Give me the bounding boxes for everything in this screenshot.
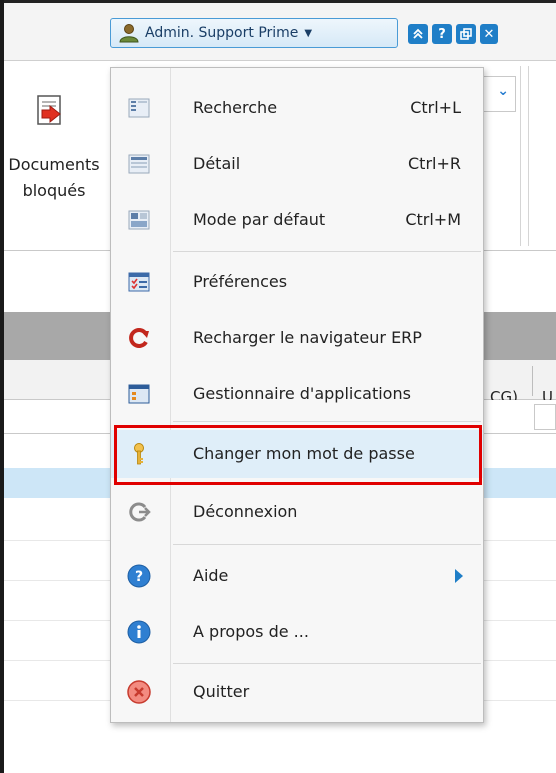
menu-item-label: Recharger le navigateur ERP xyxy=(193,328,422,347)
ribbon-divider xyxy=(528,66,529,246)
help-icon[interactable]: ? xyxy=(432,24,452,44)
menu-item-label: Quitter xyxy=(193,682,250,701)
logout-icon xyxy=(129,502,151,522)
menu-item-gestionnaire[interactable]: Gestionnaire d'applications xyxy=(111,370,483,418)
filter-input[interactable] xyxy=(534,404,556,430)
menu-item-label: Détail xyxy=(193,154,241,173)
menu-item-label: Préférences xyxy=(193,272,288,291)
detail-view-icon xyxy=(128,154,150,174)
chevron-down-icon: ⌄ xyxy=(497,83,509,99)
menu-item-preferences[interactable]: Préférences xyxy=(111,258,483,306)
menu-item-shortcut: Ctrl+M xyxy=(405,210,461,229)
menu-separator xyxy=(173,544,481,545)
restore-window-icon[interactable] xyxy=(456,24,476,44)
menu-separator xyxy=(173,663,481,664)
collapse-up-icon[interactable] xyxy=(408,24,428,44)
user-avatar-icon xyxy=(119,24,139,43)
menu-item-label: Déconnexion xyxy=(193,502,298,521)
default-mode-icon xyxy=(128,210,150,230)
menu-item-shortcut: Ctrl+L xyxy=(410,98,461,117)
highlight-box xyxy=(114,425,482,485)
preferences-icon xyxy=(128,272,150,292)
menu-item-quitter[interactable]: Quitter xyxy=(111,668,483,716)
menu-item-recharger[interactable]: Recharger le navigateur ERP xyxy=(111,314,483,362)
chevron-down-icon: ▼ xyxy=(304,27,313,39)
user-dropdown-menu: Recherche Ctrl+L Détail Ctrl+R Mode par … xyxy=(110,67,484,723)
menu-item-label: A propos de ... xyxy=(193,622,309,641)
column-divider xyxy=(532,366,533,396)
close-window-icon[interactable]: ✕ xyxy=(480,24,498,44)
menu-item-a-propos[interactable]: A propos de ... xyxy=(111,608,483,656)
user-menu-button[interactable]: Admin. Support Prime ▼ xyxy=(110,18,398,48)
menu-item-label: Gestionnaire d'applications xyxy=(193,384,411,403)
menu-item-mode-par-defaut[interactable]: Mode par défaut Ctrl+M xyxy=(111,196,483,244)
info-icon xyxy=(127,620,151,644)
menu-item-label: Aide xyxy=(193,566,229,585)
blocked-documents-icon[interactable] xyxy=(36,94,64,128)
menu-item-label: Mode par défaut xyxy=(193,210,326,229)
submenu-arrow-icon xyxy=(455,569,463,583)
menu-item-aide[interactable]: ? Aide xyxy=(111,552,483,600)
app-manager-icon xyxy=(128,384,150,404)
svg-text:?: ? xyxy=(135,569,143,585)
ribbon-divider xyxy=(520,66,521,246)
quit-icon xyxy=(127,680,151,704)
reload-icon xyxy=(129,328,149,348)
menu-item-label: Recherche xyxy=(193,98,278,117)
menu-separator xyxy=(173,421,481,422)
menu-item-deconnexion[interactable]: Déconnexion xyxy=(111,488,483,536)
menu-item-recherche[interactable]: Recherche Ctrl+L xyxy=(111,84,483,132)
menu-item-shortcut: Ctrl+R xyxy=(408,154,461,173)
help-icon: ? xyxy=(127,564,151,588)
search-view-icon xyxy=(128,98,150,118)
blocked-documents-label-1: Documents xyxy=(8,155,100,174)
menu-item-detail[interactable]: Détail Ctrl+R xyxy=(111,140,483,188)
blocked-documents-label-2: bloqués xyxy=(22,181,86,200)
menu-separator xyxy=(173,251,481,252)
user-menu-label: Admin. Support Prime xyxy=(145,25,299,41)
blocked-documents-button[interactable]: Documents bloqués xyxy=(4,152,104,204)
